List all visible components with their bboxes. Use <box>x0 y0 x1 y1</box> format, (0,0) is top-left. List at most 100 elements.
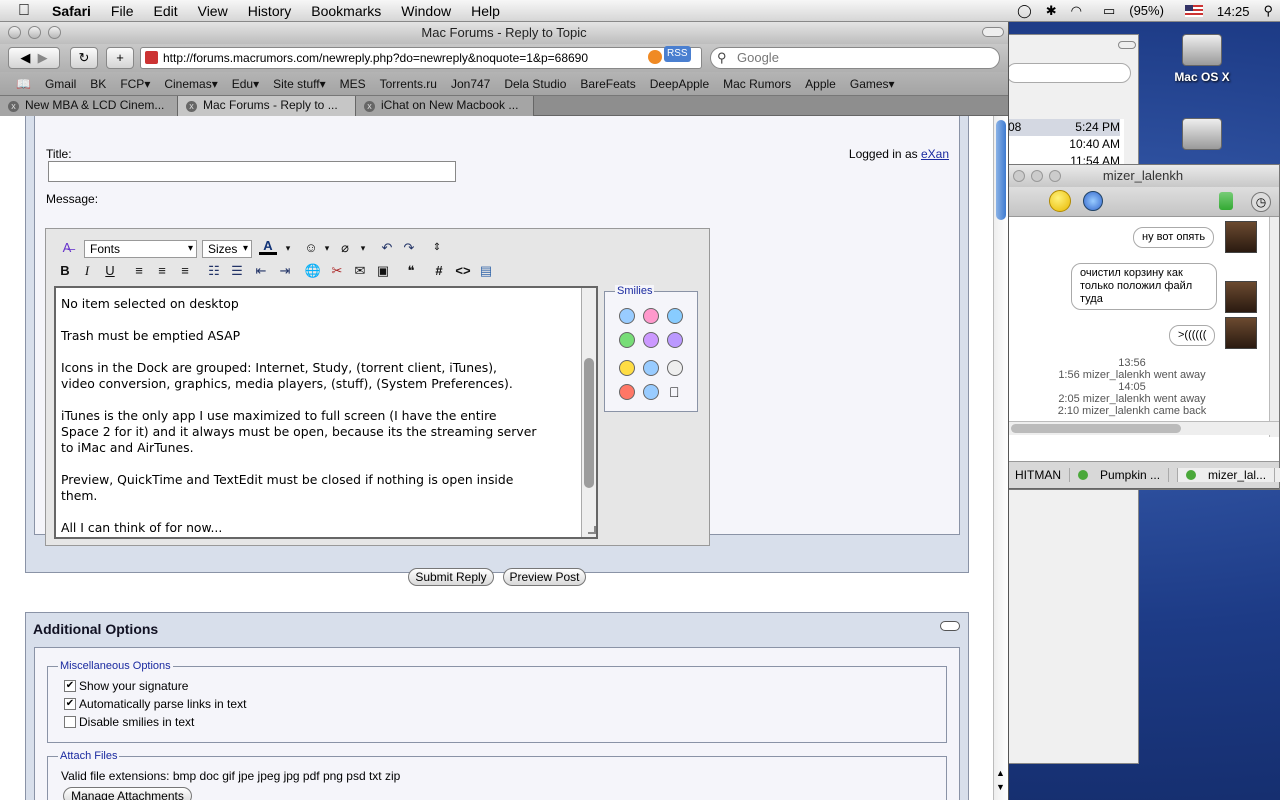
tab-close-icon[interactable]: x <box>364 101 375 112</box>
ichat-window[interactable]: mizer_lalenkh ◷ ну вот опять очистил кор… <box>1006 164 1280 490</box>
chevron-down-icon[interactable]: ▾ <box>354 239 372 257</box>
ichat-titlebar[interactable]: mizer_lalenkh <box>1007 165 1279 187</box>
unordered-list-icon[interactable]: ☰ <box>228 262 246 280</box>
bookmark-item[interactable]: DeepApple <box>643 77 716 91</box>
bookmark-item[interactable]: Gmail <box>38 77 83 91</box>
align-center-icon[interactable]: ≡ <box>153 262 171 280</box>
app-menu[interactable]: Safari <box>42 3 101 19</box>
wink-smiley-icon[interactable] <box>667 308 683 324</box>
bookmark-item[interactable]: Apple <box>798 77 843 91</box>
smiley-icon[interactable] <box>1049 190 1071 212</box>
desktop-disk-2[interactable] <box>1162 118 1242 154</box>
flag-icon[interactable] <box>1184 5 1203 17</box>
underline-icon[interactable]: U <box>101 262 119 280</box>
message-textarea[interactable]: No item selected on desktop Trash must b… <box>54 286 598 539</box>
bookmark-item[interactable]: Dela Studio <box>497 77 573 91</box>
show-signature-checkbox[interactable]: ✔ <box>64 680 76 692</box>
zoom-icon[interactable] <box>1049 170 1061 182</box>
battery-status[interactable]: ▭ (95%) <box>1096 3 1171 19</box>
menu-window[interactable]: Window <box>391 3 461 19</box>
bookmarks-book-icon[interactable]: 📖 <box>0 77 38 91</box>
menu-bookmarks[interactable]: Bookmarks <box>301 3 391 19</box>
menu-help[interactable]: Help <box>461 3 510 19</box>
close-icon[interactable] <box>8 26 21 39</box>
chat-tab[interactable]: HITMAN <box>1007 468 1070 482</box>
insert-link-icon[interactable]: 🌐 <box>304 262 322 280</box>
text-color-icon[interactable]: A <box>259 237 277 255</box>
menu-view[interactable]: View <box>188 3 238 19</box>
menu-clock[interactable]: 14:25 <box>1217 4 1250 19</box>
parse-links-checkbox[interactable]: ✔ <box>64 698 76 710</box>
smile-smiley-icon[interactable] <box>619 360 635 376</box>
undo-icon[interactable]: ↶ <box>378 239 396 257</box>
browser-tab[interactable]: x iChat on New Macbook ... <box>356 96 534 116</box>
bookmark-item[interactable]: Mac Rumors <box>716 77 798 91</box>
bookmark-item[interactable]: Torrents.ru <box>373 77 444 91</box>
bookmark-item[interactable]: BK <box>83 77 113 91</box>
chat-tab-active[interactable]: mizer_lal... <box>1178 468 1280 482</box>
bookmark-item[interactable]: Edu▾ <box>225 77 266 91</box>
insert-image-icon[interactable]: ▣ <box>374 262 392 280</box>
rss-button[interactable]: RSS <box>664 46 691 62</box>
browser-icon[interactable] <box>1083 191 1103 211</box>
file-transfer-icon[interactable] <box>1219 192 1233 210</box>
background-search-field[interactable] <box>1006 63 1131 83</box>
redo-icon[interactable]: ↷ <box>400 239 418 257</box>
hash-code-icon[interactable]: # <box>430 262 448 280</box>
close-icon[interactable] <box>1013 170 1025 182</box>
toolbar-toggle-button[interactable] <box>982 27 1004 37</box>
bookmark-item[interactable]: Cinemas▾ <box>157 77 224 91</box>
safari-window[interactable]: Mac Forums - Reply to Topic ◀ ▶ ↻ + http… <box>0 22 1009 800</box>
happy-smiley-icon[interactable] <box>643 332 659 348</box>
remove-link-icon[interactable]: ✂ <box>328 262 346 280</box>
align-right-icon[interactable]: ≡ <box>176 262 194 280</box>
menu-edit[interactable]: Edit <box>143 3 187 19</box>
resize-editor-icon[interactable]: ⇕ <box>428 239 446 257</box>
collapse-toggle-icon[interactable] <box>940 621 960 631</box>
title-input[interactable] <box>48 161 456 182</box>
spotlight-icon[interactable]: ⚲ <box>1263 3 1273 19</box>
mad-smiley-icon[interactable] <box>667 332 683 348</box>
browser-tab[interactable]: x New MBA & LCD Cinem... <box>0 96 178 116</box>
wifi-icon[interactable]: ◠ <box>1071 3 1082 19</box>
bookmark-item[interactable]: BareFeats <box>573 77 642 91</box>
sizes-select[interactable]: Sizes <box>202 240 252 258</box>
php-code-icon[interactable]: ▤ <box>477 262 495 280</box>
ichat-status-icon[interactable]: ◯ <box>1017 3 1032 19</box>
menu-history[interactable]: History <box>238 3 302 19</box>
desktop-disk[interactable]: Mac OS X <box>1162 34 1242 84</box>
italic-icon[interactable]: I <box>78 262 96 280</box>
add-bookmark-button[interactable]: + <box>106 47 134 69</box>
preview-post-button[interactable]: Preview Post <box>503 568 586 586</box>
insert-email-icon[interactable]: ✉ <box>351 262 369 280</box>
fonts-select[interactable]: Fonts <box>84 240 197 258</box>
horizontal-scrollbar[interactable] <box>1007 421 1279 435</box>
forward-icon[interactable]: ▶ <box>38 50 48 65</box>
minimize-icon[interactable] <box>1031 170 1043 182</box>
zoom-icon[interactable] <box>48 26 61 39</box>
tab-close-icon[interactable]: x <box>8 101 19 112</box>
rolleyes-smiley-icon[interactable] <box>643 384 659 400</box>
menu-file[interactable]: File <box>101 3 144 19</box>
back-forward-buttons[interactable]: ◀ ▶ <box>8 47 60 69</box>
bookmark-item[interactable]: FCP▾ <box>113 77 157 91</box>
reload-button[interactable]: ↻ <box>70 47 98 69</box>
back-icon[interactable]: ◀ <box>20 50 30 65</box>
chevron-down-icon[interactable]: ▾ <box>318 239 336 257</box>
eek-smiley-icon[interactable] <box>667 360 683 376</box>
html-code-icon[interactable]: <> <box>454 262 472 280</box>
safari-titlebar[interactable]: Mac Forums - Reply to Topic <box>0 22 1008 44</box>
browser-tab-active[interactable]: x Mac Forums - Reply to ... <box>178 96 356 116</box>
indent-icon[interactable]: ⇥ <box>276 262 294 280</box>
bookmark-item[interactable]: Site stuff▾ <box>266 77 333 91</box>
snapback-icon[interactable] <box>648 50 662 64</box>
submit-reply-button[interactable]: Submit Reply <box>408 568 494 586</box>
time-row[interactable]: 10:40 AM <box>1006 136 1120 153</box>
cool-smiley-icon[interactable] <box>619 308 635 324</box>
time-row-selected[interactable]: 08 5:24 PM <box>1006 119 1120 136</box>
confused-smiley-icon[interactable] <box>643 360 659 376</box>
scroll-down-icon[interactable]: ▼ <box>996 782 1005 792</box>
chat-tab[interactable]: Pumpkin ... <box>1070 468 1179 482</box>
scrollbar-thumb[interactable] <box>1011 424 1181 433</box>
manage-attachments-button[interactable]: Manage Attachments <box>63 787 192 800</box>
